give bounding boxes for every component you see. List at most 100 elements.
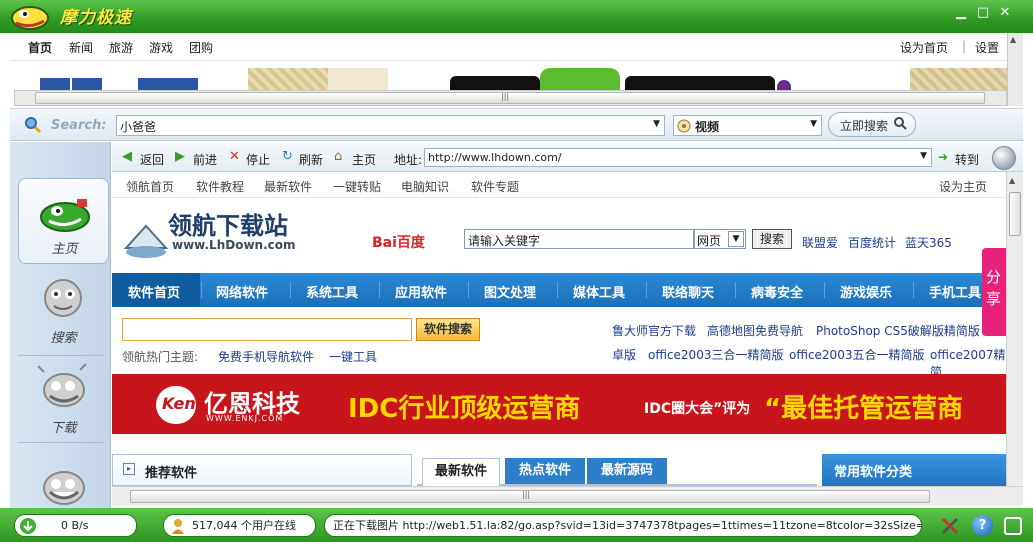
address-input[interactable]: http://www.lhdown.com/ ▼ — [424, 148, 932, 167]
tools-icon[interactable] — [940, 516, 960, 539]
sidebar-label-home: 主页 — [51, 242, 78, 257]
software-search-input[interactable] — [122, 318, 412, 341]
baidu-search-input[interactable]: 请输入关键字 — [464, 229, 694, 249]
magnifier-icon — [893, 116, 907, 133]
set-home-link[interactable]: 设为首页 — [900, 39, 948, 56]
category-item[interactable]: 病毒安全 — [751, 282, 803, 301]
category-item[interactable]: 软件首页 — [128, 282, 180, 301]
sidebar-item-more[interactable] — [18, 444, 109, 508]
chevron-down-icon[interactable]: ▼ — [728, 231, 744, 247]
refresh-icon: ↻ — [282, 149, 293, 164]
baidu-select[interactable]: 网页 ▼ — [694, 229, 746, 249]
promo-link[interactable]: 卓版 — [612, 346, 636, 363]
category-item[interactable]: 游戏娱乐 — [840, 282, 892, 301]
sidebar-item-search[interactable]: 搜索 — [18, 266, 109, 352]
app-title: 摩力极速 — [60, 8, 132, 28]
tab-hot-software[interactable]: 热点软件 — [505, 458, 585, 484]
hot-link[interactable]: 免费手机导航软件 — [218, 348, 314, 365]
browser-toolbar: ◀ 返回 ▶ 前进 ✕ 停止 ↻ 刷新 ⌂ 主页 地址: http://www.… — [112, 143, 1023, 172]
nav-item-travel[interactable]: 旅游 — [109, 39, 133, 56]
address-url: http://www.lhdown.com/ — [428, 151, 562, 164]
help-icon[interactable]: ? — [972, 515, 993, 536]
promo-link[interactable]: office2003五合一精简版 — [789, 346, 924, 363]
share-button[interactable]: 分享 — [982, 248, 1006, 336]
site-logo-en: www.LhDown.com — [172, 238, 296, 252]
category-item[interactable]: 系统工具 — [306, 282, 358, 301]
hot-link[interactable]: 一键工具 — [329, 348, 377, 365]
nav-divider: | — [962, 39, 967, 53]
site-nav-item[interactable]: 软件教程 — [196, 178, 244, 195]
category-item[interactable]: 媒体工具 — [573, 282, 625, 301]
refresh-button[interactable]: 刷新 — [299, 151, 323, 168]
home-button[interactable]: 主页 — [352, 151, 376, 168]
site-nav-item[interactable]: 电脑知识 — [401, 178, 449, 195]
site-nav-item[interactable]: 一键转贴 — [333, 178, 381, 195]
nav-item-groupbuy[interactable]: 团购 — [189, 39, 213, 56]
promo-link[interactable]: PhotoShop CS5破解版精简版 — [816, 322, 980, 339]
search-mascot-icon — [44, 279, 82, 317]
search-input[interactable]: 小爸爸 ▼ — [116, 115, 665, 136]
category-item[interactable]: 联络聊天 — [662, 282, 714, 301]
site-logo-cn: 领航下载站 — [168, 211, 288, 240]
speed-indicator: 0 B/s — [14, 514, 137, 537]
nav-item-news[interactable]: 新闻 — [69, 39, 93, 56]
category-item[interactable]: 网络软件 — [216, 282, 268, 301]
top-banner-ad[interactable] — [10, 62, 1007, 90]
promo-link[interactable]: office2003三合一精简版 — [648, 346, 783, 363]
page-horizontal-scrollbar[interactable]: ||| — [112, 486, 1023, 506]
expand-icon[interactable]: ▸ — [123, 463, 135, 475]
back-arrow-icon: ◀ — [122, 149, 132, 164]
chevron-down-icon[interactable]: ▼ — [920, 151, 927, 161]
top-vertical-scrollbar[interactable]: ▲ — [1007, 33, 1023, 106]
top-horizontal-scrollbar[interactable]: ||| — [14, 90, 1007, 106]
restore-icon[interactable] — [1004, 517, 1022, 535]
category-item[interactable]: 图文处理 — [484, 282, 536, 301]
baidu-search-button[interactable]: 搜索 — [752, 229, 792, 249]
nav-item-games[interactable]: 游戏 — [149, 39, 173, 56]
chevron-down-icon[interactable]: ▼ — [653, 119, 660, 129]
site-nav-item[interactable]: 软件专题 — [471, 178, 519, 195]
stop-icon: ✕ — [229, 149, 240, 164]
category-item[interactable]: 应用软件 — [395, 282, 447, 301]
title-bar: 摩力极速 ▁ □ ✕ — [0, 0, 1033, 33]
sidebar-item-download[interactable]: 下载 — [18, 356, 109, 442]
right-link[interactable]: 蓝天365 — [905, 234, 952, 251]
minimize-button[interactable]: ▁ — [952, 5, 970, 21]
site-logo[interactable]: 领航下载站 www.LhDown.com — [122, 204, 322, 258]
settings-link[interactable]: 设置 — [975, 39, 999, 56]
enkj-logo-icon: Ken — [156, 386, 196, 424]
close-button[interactable]: ✕ — [996, 5, 1014, 21]
home-icon: ⌂ — [334, 149, 343, 164]
forward-button[interactable]: 前进 — [193, 151, 217, 168]
nav-item-home[interactable]: 首页 — [28, 39, 52, 56]
home-mascot-icon — [40, 199, 90, 232]
more-mascot-icon — [43, 471, 85, 505]
enkj-ad-banner[interactable]: Ken 亿恩科技 WWW.ENKJ.COM IDC行业顶级运营商 IDC圈大会”… — [112, 374, 1006, 434]
maximize-button[interactable]: □ — [974, 5, 992, 21]
tab-latest-software[interactable]: 最新软件 — [422, 458, 500, 486]
category-item[interactable]: 手机工具 — [929, 282, 981, 301]
page-vertical-scrollbar[interactable]: ▲ — [1006, 172, 1023, 486]
promo-link[interactable]: 鲁大师官方下载 — [612, 322, 696, 339]
software-search-button[interactable]: 软件搜索 — [416, 318, 480, 341]
sidebar-item-home[interactable]: 主页 — [18, 178, 109, 264]
stop-button[interactable]: 停止 — [246, 151, 270, 168]
web-page: 领航首页 软件教程 最新软件 一键转贴 电脑知识 软件专题 设为主页 领航下载站… — [112, 172, 1006, 486]
site-nav-item[interactable]: 领航首页 — [126, 178, 174, 195]
right-link[interactable]: 联盟爱 — [802, 234, 838, 251]
go-button[interactable]: 转到 — [955, 151, 979, 168]
engine-select[interactable]: 视频 ▼ — [673, 115, 822, 136]
back-button[interactable]: 返回 — [140, 151, 164, 168]
sidebar-label-search: 搜索 — [50, 331, 77, 346]
tab-latest-source[interactable]: 最新源码 — [587, 458, 667, 484]
baidu-logo: Bai百度 — [372, 235, 425, 251]
browser-globe-icon[interactable] — [992, 146, 1016, 170]
site-set-home[interactable]: 设为主页 — [939, 178, 987, 195]
right-link[interactable]: 百度统计 — [848, 234, 896, 251]
search-label: Search: — [51, 118, 107, 133]
site-nav-item[interactable]: 最新软件 — [264, 178, 312, 195]
chevron-down-icon[interactable]: ▼ — [810, 119, 817, 129]
search-button[interactable]: 立即搜索 — [828, 112, 916, 137]
promo-link[interactable]: 高德地图免费导航 — [707, 322, 803, 339]
sidebar-label-download: 下载 — [50, 421, 77, 436]
